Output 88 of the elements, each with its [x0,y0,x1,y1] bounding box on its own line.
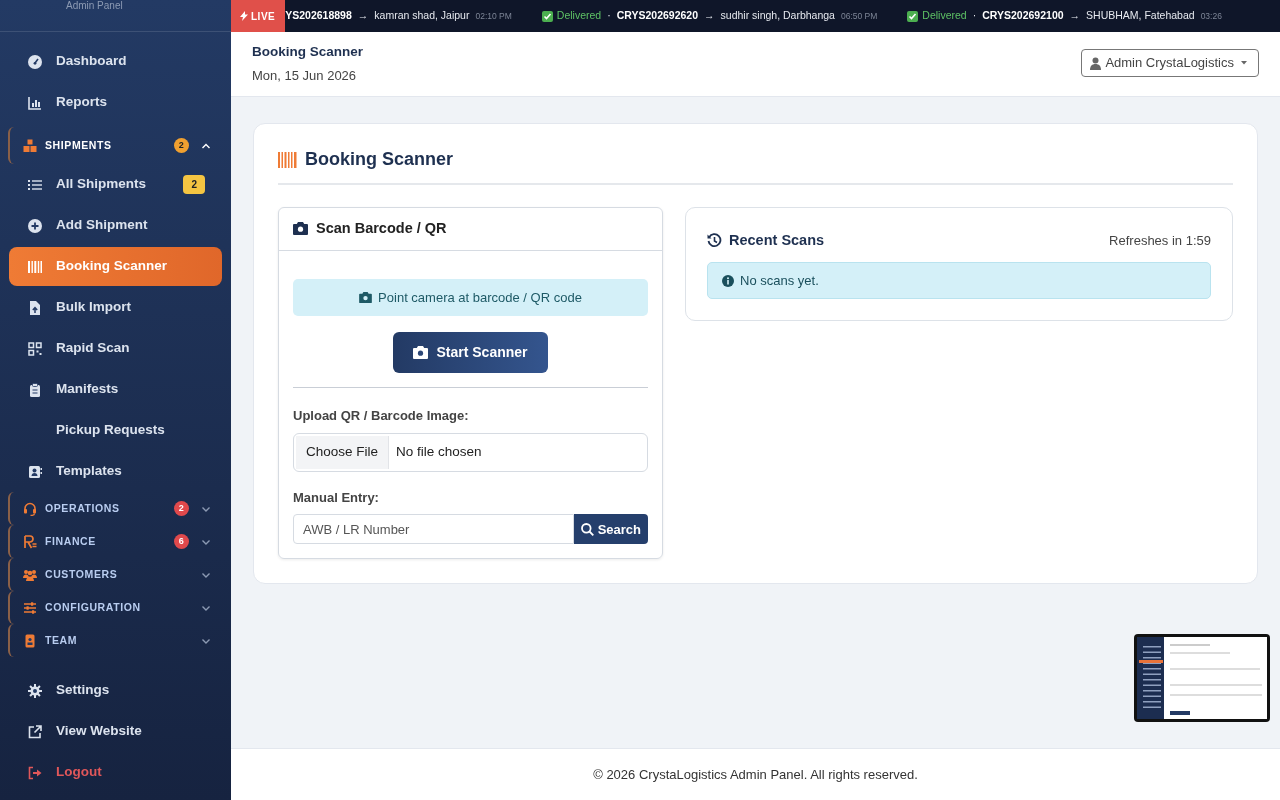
start-scanner-button[interactable]: Start Scanner [393,332,548,374]
status-text: Delivered [922,8,967,24]
currency-icon [23,534,37,549]
consignee-text: kamran shad, Jaipur [374,8,470,24]
awb-number: CRYS202692100 [982,8,1064,24]
sidebar-link[interactable]: Add Shipment [9,205,222,246]
file-upload-icon [28,300,42,315]
sidebar-link[interactable]: View Website [9,711,222,752]
count-badge: 2 [174,501,189,516]
count-badge: 2 [183,175,205,194]
awb-number: YS202618898 [285,8,352,24]
user-menu-button[interactable]: Admin CrystaLogistics [1081,49,1259,77]
hint-text: Point camera at barcode / QR code [378,288,582,307]
search-icon [580,522,594,536]
sidebar-link[interactable]: Manifests [9,369,222,410]
qr-code-icon [28,341,42,356]
choose-file-button[interactable]: Choose File [296,435,390,469]
chart-icon [28,95,42,110]
sidebar-link[interactable]: Pickup Requests [9,410,222,451]
separator-dot: · [972,8,977,24]
page-title: Booking Scanner [305,148,454,171]
boxes-icon [23,138,37,153]
headset-icon [23,501,37,516]
sidebar-link[interactable]: Templates [9,451,222,492]
camera-icon [293,222,308,236]
settings-icon [28,683,42,698]
sliders-icon [23,600,37,615]
external-link-icon [28,724,42,739]
clipboard-icon [28,382,42,397]
header-date: Mon, 15 Jun 2026 [252,67,358,86]
arrow-glyph: → [704,8,715,24]
sidebar-section-toggle[interactable]: SHIPMENTS 2 [8,127,223,164]
sidebar-section-toggle[interactable]: OPERATIONS 2 [8,492,223,525]
time-text: 06:50 PM [840,9,878,23]
awb-number: CRYS202692620 [616,8,699,24]
footer-text: © 2026 CrystaLogistics Admin Panel. All rights reserved. [593,765,918,784]
empty-text: No scans yet. [740,271,819,290]
arrow-glyph: → [1069,8,1081,24]
time-text: 02:10 PM [475,9,512,23]
separator-dot: · [607,8,611,24]
id-badge-icon [23,633,37,648]
sidebar-link[interactable]: All Shipments 2 [9,164,222,205]
sidebar-link[interactable]: Rapid Scan [9,328,222,369]
sidebar-link[interactable]: Bulk Import [9,287,222,328]
sidebar-link[interactable]: Reports [9,82,222,123]
barcode-icon [278,151,297,168]
logout-link[interactable]: Logout [9,752,222,793]
info-icon [722,274,734,287]
caret-icon [1238,60,1250,66]
upload-label: Upload QR / Barcode Image: [293,407,470,426]
file-status: No file chosen [395,443,482,462]
logout-icon [28,765,42,780]
sidebar-link[interactable]: Settings [9,670,222,711]
refresh-countdown: Refreshes in 1:59 [1109,232,1211,251]
plus-circle-icon [28,218,42,233]
search-button[interactable]: Search [573,514,648,545]
manual-entry-label: Manual Entry: [293,488,380,507]
recent-scans-title: Recent Scans [729,231,825,250]
sidebar-section-toggle[interactable]: CUSTOMERS [8,558,223,591]
count-badge: 6 [174,534,189,549]
scan-card-title: Scan Barcode / QR [316,219,447,238]
consignee-text: SHUBHAM, Fatehabad [1086,8,1195,24]
contact-card-icon [28,464,42,479]
screenshot-thumbnail[interactable] [1134,634,1270,722]
sidebar-section-toggle[interactable]: CONFIGURATION [8,591,223,624]
camera-icon [413,346,429,360]
gauge-icon [28,54,42,69]
header-title: Booking Scanner [252,43,364,62]
consignee-text: sudhir singh, Darbhanga [720,8,835,24]
arrow-glyph: → [357,8,369,24]
time-text: 03:26 [1200,9,1222,23]
camera-icon [359,292,373,303]
user-icon [1090,56,1102,70]
sidebar-section-toggle[interactable]: FINANCE 6 [8,525,223,558]
awb-input-field[interactable]: AWB / LR Number [293,514,574,545]
brand-subtitle: Admin Panel [66,0,123,11]
status-text: Delivered [556,8,602,24]
barcode-icon [28,259,42,274]
history-icon [707,233,722,249]
live-badge: LIVE [231,0,286,32]
check-icon [907,10,919,22]
users-icon [23,567,37,582]
list-icon [28,177,42,192]
sidebar-section-toggle[interactable]: TEAM [8,624,223,657]
file-input[interactable]: Choose File No file chosen [293,432,648,472]
count-badge: 2 [174,138,189,153]
sidebar-link[interactable]: Dashboard [9,41,222,82]
check-icon [541,10,553,22]
